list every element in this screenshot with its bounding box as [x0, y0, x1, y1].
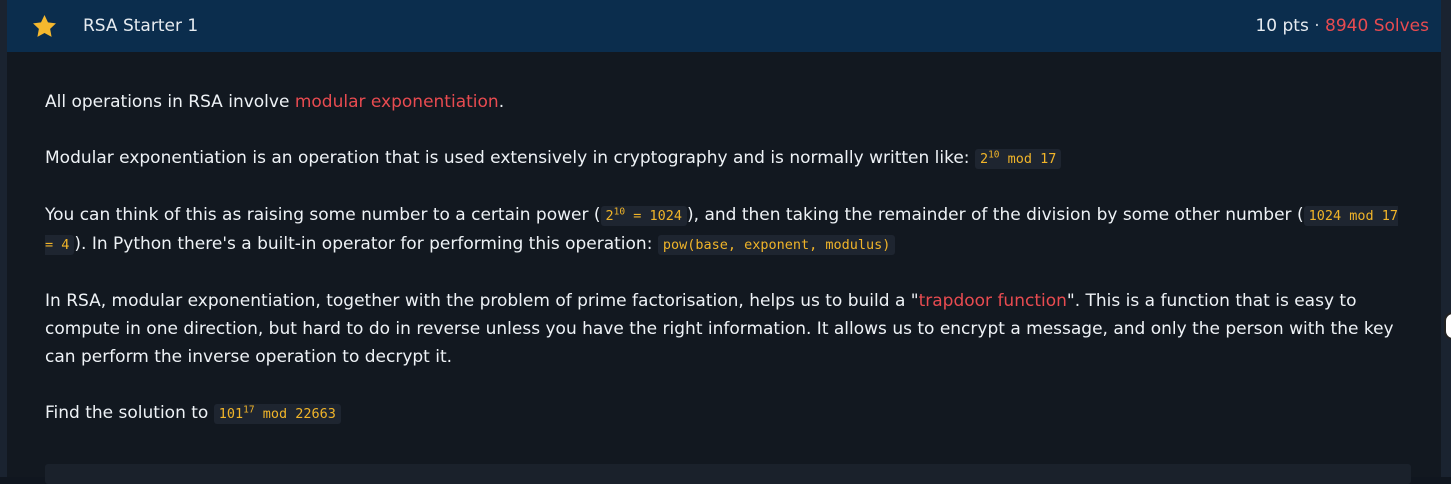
- code-exponent: 10: [988, 149, 1000, 161]
- points-label: 10 pts: [1255, 16, 1309, 36]
- code-rest: mod 22663: [254, 406, 336, 422]
- intro-text: All operations in RSA involve: [45, 92, 295, 112]
- flag-input-area[interactable]: [45, 464, 1411, 484]
- solves-count: 8940 Solves: [1325, 16, 1429, 36]
- code-exponent: 17: [243, 404, 255, 416]
- code-exponent: 10: [613, 206, 626, 218]
- power-code: 210 = 1024: [600, 206, 687, 226]
- explanation-text-c: ). In Python there's a built-in operator…: [74, 234, 658, 254]
- challenge-meta: 10 pts · 8940 Solves: [1255, 16, 1429, 36]
- paragraph-explanation: You can think of this as raising some nu…: [45, 201, 1407, 259]
- paragraph-definition: Modular exponentiation is an operation t…: [45, 144, 1407, 173]
- code-base: 2: [605, 208, 614, 224]
- right-border: [1441, 0, 1451, 477]
- left-border: [0, 0, 7, 477]
- paragraph-trapdoor: In RSA, modular exponentiation, together…: [45, 287, 1407, 371]
- paragraph-task: Find the solution to 10117 mod 22663: [45, 399, 1407, 428]
- code-rest: = 1024: [625, 208, 682, 224]
- code-rest: mod 17: [999, 151, 1057, 167]
- explanation-text-a: You can think of this as raising some nu…: [45, 205, 601, 225]
- challenge-content: All operations in RSA involve modular ex…: [7, 52, 1441, 484]
- challenge-header[interactable]: RSA Starter 1 10 pts · 8940 Solves: [7, 0, 1441, 52]
- explanation-text-b: ), and then taking the remainder of the …: [687, 205, 1304, 225]
- intro-end: .: [498, 92, 505, 112]
- pow-function-code: pow(base, exponent, modulus): [657, 235, 896, 255]
- paragraph-intro: All operations in RSA involve modular ex…: [45, 88, 1407, 116]
- trapdoor-function-link[interactable]: trapdoor function: [919, 291, 1067, 311]
- challenge-title: RSA Starter 1: [83, 16, 199, 36]
- trapdoor-text-a: In RSA, modular exponentiation, together…: [45, 291, 919, 311]
- star-icon: [31, 13, 58, 40]
- challenge-description: All operations in RSA involve modular ex…: [45, 88, 1407, 456]
- meta-separator: ·: [1314, 16, 1320, 36]
- task-text: Find the solution to: [45, 403, 214, 423]
- code-base: 101: [218, 406, 244, 422]
- code-base: 2: [979, 151, 989, 167]
- scroll-handle[interactable]: [1444, 312, 1451, 340]
- definition-text: Modular exponentiation is an operation t…: [45, 148, 975, 168]
- task-code: 10117 mod 22663: [213, 404, 341, 424]
- modular-exponentiation-link[interactable]: modular exponentiation: [295, 92, 499, 112]
- example-code: 210 mod 17: [974, 149, 1062, 169]
